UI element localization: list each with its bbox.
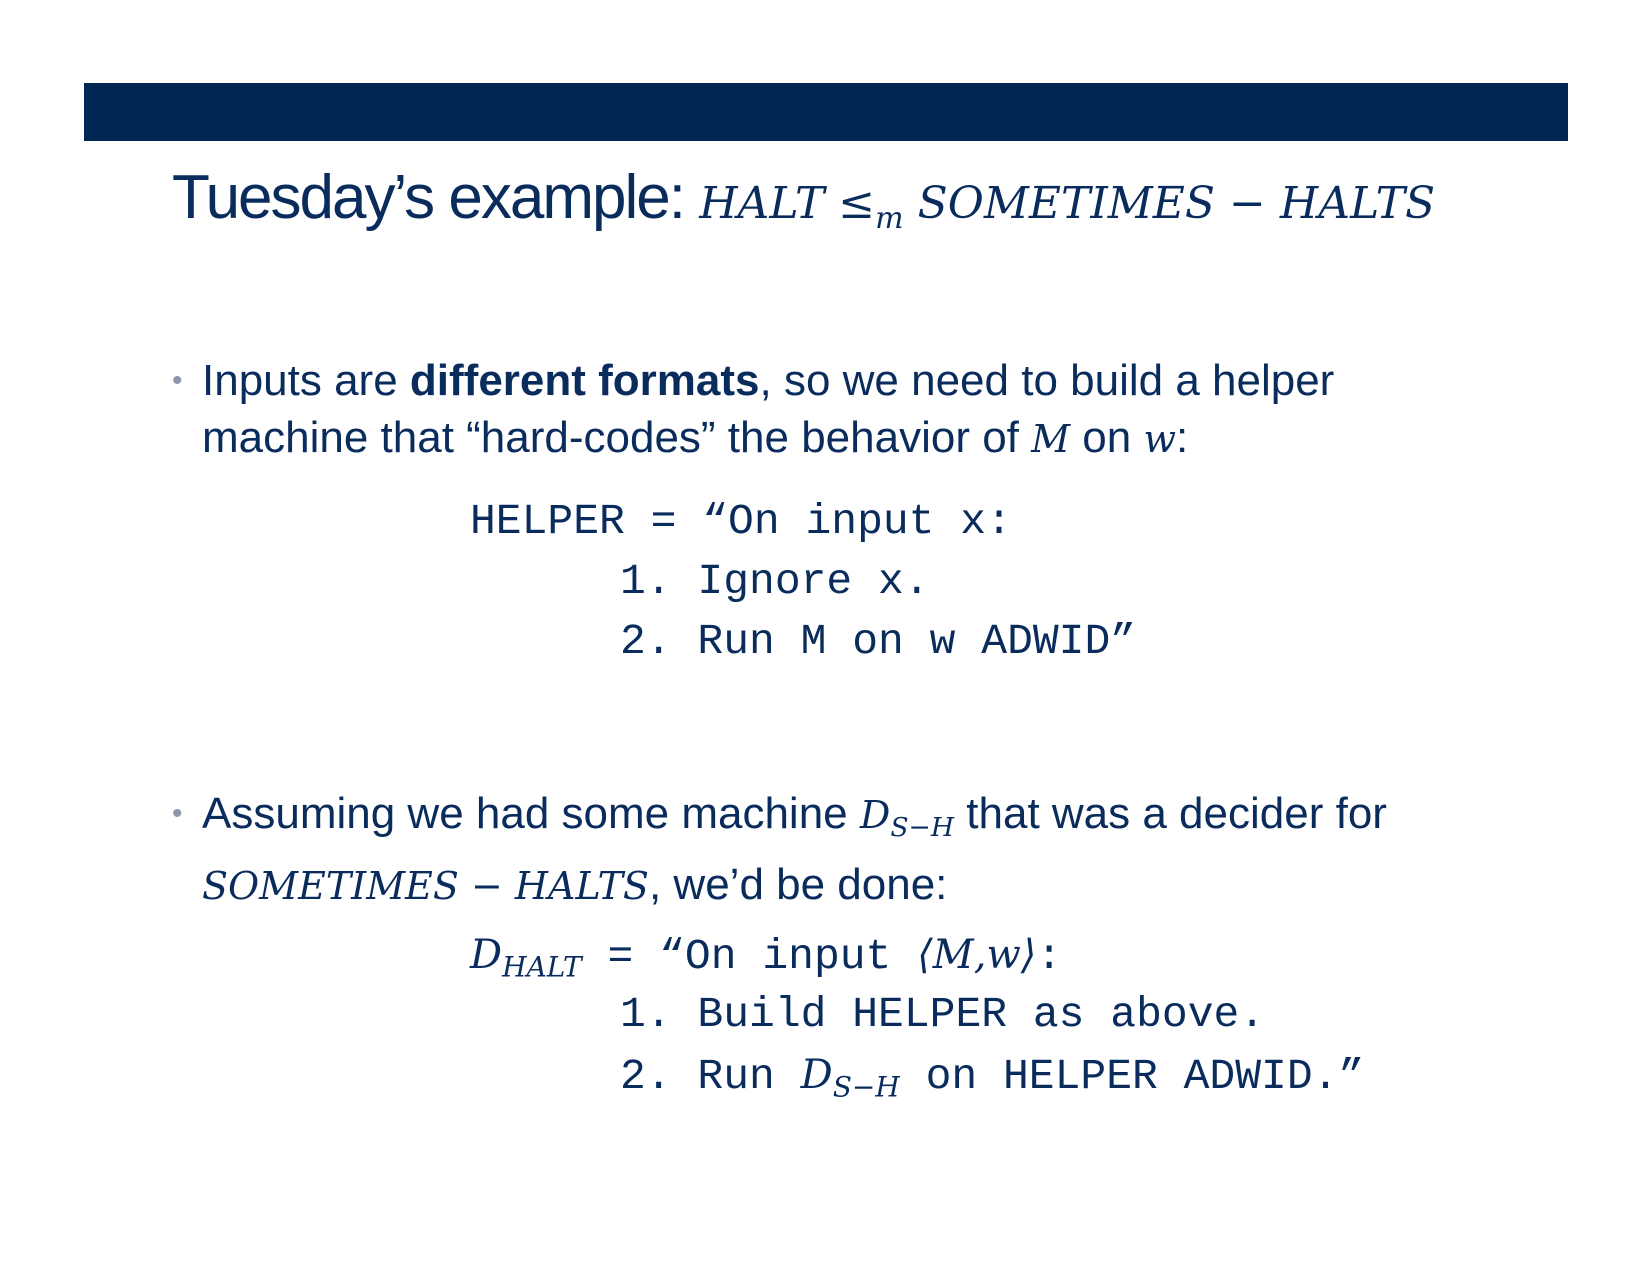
dhalt-code-line-3: 2. Run DS−H on HELPER ADWID.” bbox=[620, 1045, 1364, 1117]
helper-code-line-2: 1. Ignore x. bbox=[620, 557, 930, 606]
dhalt-line3-d-base: D bbox=[800, 1052, 833, 1098]
title-math-right: SOMETIMES − HALTS bbox=[903, 178, 1436, 229]
bullet2-p3: , we’d be done: bbox=[648, 859, 948, 909]
dhalt-colon: : bbox=[1036, 932, 1063, 981]
bullet1-m: M bbox=[1031, 417, 1071, 461]
title-math-sub: m bbox=[875, 201, 904, 236]
title-math-left: HALT ≤ bbox=[699, 178, 876, 229]
bullet-text: Inputs are different formats, so we need… bbox=[172, 352, 1502, 468]
dhalt-d: DHALT bbox=[470, 932, 582, 983]
bullet1-p3: on bbox=[1070, 413, 1144, 462]
dhalt-code-line-2: 1. Build HELPER as above. bbox=[620, 990, 1266, 1039]
title-text: Tuesday’s example: bbox=[172, 163, 700, 232]
dhalt-line3-d-sub: S−H bbox=[832, 1070, 900, 1104]
dhalt-line3-d: DS−H bbox=[800, 1052, 900, 1103]
bullet2-p1: Assuming we had some machine bbox=[202, 789, 860, 838]
dhalt-d-base: D bbox=[470, 932, 503, 978]
slide-title: Tuesday’s example: HALT ≤m SOMETIMES − H… bbox=[172, 162, 1435, 236]
bullet-assuming: • Assuming we had some machine DS−H that… bbox=[172, 785, 1502, 915]
bullet-text: Assuming we had some machine DS−H that w… bbox=[172, 785, 1502, 915]
bullet1-p4: : bbox=[1175, 413, 1189, 462]
bullet-inputs: • Inputs are different formats, so we ne… bbox=[172, 352, 1502, 468]
bullet2-p2: that was a decider for bbox=[954, 789, 1387, 838]
header-bar bbox=[84, 83, 1568, 141]
bullet2-d: DS−H bbox=[859, 793, 954, 843]
bullet-marker: • bbox=[172, 797, 183, 830]
bullet-marker: • bbox=[172, 364, 183, 397]
bullet2-lang: SOMETIMES − HALTS bbox=[202, 863, 649, 908]
bullet1-p1: Inputs are bbox=[202, 356, 410, 405]
bullet1-w: w bbox=[1143, 417, 1176, 461]
helper-code-line-1: HELPER = “On input x: bbox=[470, 497, 1012, 546]
bullet2-d-sub: S−H bbox=[890, 811, 955, 843]
bullet1-bold: different formats bbox=[409, 356, 760, 405]
dhalt-line3-a: 2. Run bbox=[620, 1052, 801, 1101]
dhalt-d-sub: HALT bbox=[502, 950, 582, 984]
bullet2-d-base: D bbox=[859, 793, 891, 837]
dhalt-line1-rest: = “On input bbox=[581, 932, 918, 981]
dhalt-input: ⟨M,w⟩ bbox=[917, 932, 1037, 978]
dhalt-line3-b: on HELPER ADWID.” bbox=[899, 1052, 1365, 1101]
title-math: HALT ≤m SOMETIMES − HALTS bbox=[699, 178, 1436, 236]
helper-code-line-3: 2. Run M on w ADWID” bbox=[620, 617, 1137, 666]
